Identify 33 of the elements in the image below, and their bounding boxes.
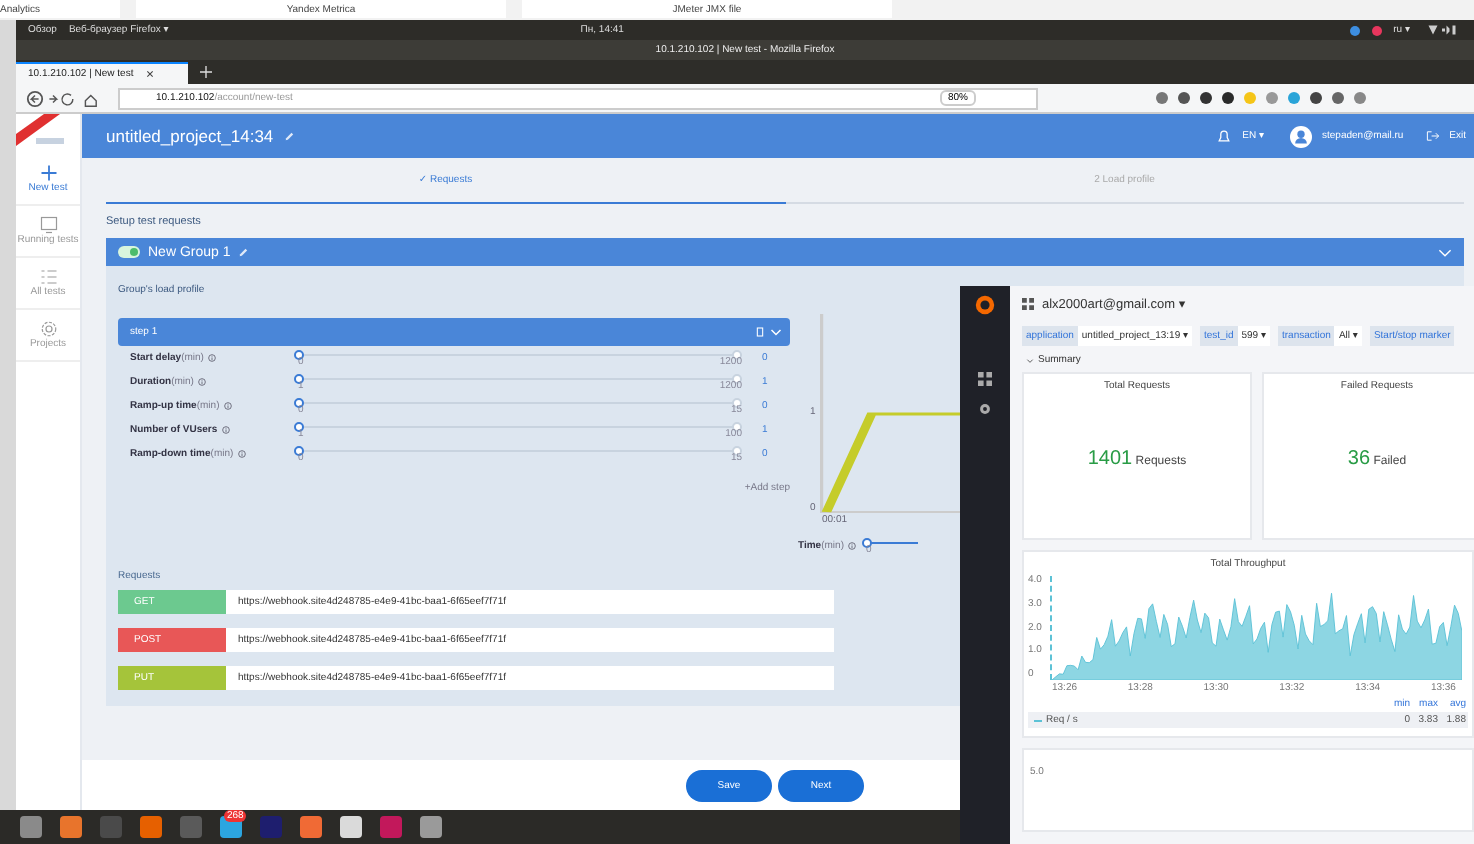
info-icon[interactable]: [223, 402, 232, 410]
copy-icon[interactable]: [756, 326, 764, 338]
settings-icon[interactable]: [978, 402, 992, 416]
app-icon[interactable]: [340, 816, 362, 838]
gear-icon: [39, 319, 57, 338]
exit-icon[interactable]: [1425, 130, 1440, 142]
plus-icon: [39, 163, 57, 182]
info-icon[interactable]: [207, 354, 216, 362]
new-tab-button[interactable]: [200, 66, 212, 78]
bell-icon[interactable]: [1216, 128, 1233, 144]
toggle-switch[interactable]: [118, 246, 140, 258]
app-icon[interactable]: [300, 816, 322, 838]
info-icon[interactable]: [221, 426, 230, 434]
navigation-buttons-drawing[interactable]: [22, 89, 102, 107]
avatar-icon[interactable]: [1290, 125, 1312, 147]
pencil-icon[interactable]: [283, 131, 294, 141]
pencil-icon[interactable]: [238, 247, 249, 257]
list-icon: [39, 267, 57, 286]
app-icon[interactable]: [60, 816, 82, 838]
monitor-icon: [39, 215, 57, 234]
info-icon[interactable]: [237, 450, 246, 458]
app-icon[interactable]: [420, 816, 442, 838]
chevron-icon[interactable]: [1026, 357, 1034, 363]
app-icon[interactable]: [380, 816, 402, 838]
info-icon[interactable]: [847, 542, 856, 550]
app-icon[interactable]: [20, 816, 42, 838]
close-icon[interactable]: [145, 70, 154, 78]
app-icon[interactable]: [140, 816, 162, 838]
info-icon[interactable]: [197, 378, 206, 386]
dashboard-icon[interactable]: [978, 372, 992, 386]
logo-icon[interactable]: [974, 294, 996, 316]
project-title[interactable]: untitled_project_14:34: [106, 126, 274, 146]
dashboard-icon: [1022, 298, 1034, 310]
